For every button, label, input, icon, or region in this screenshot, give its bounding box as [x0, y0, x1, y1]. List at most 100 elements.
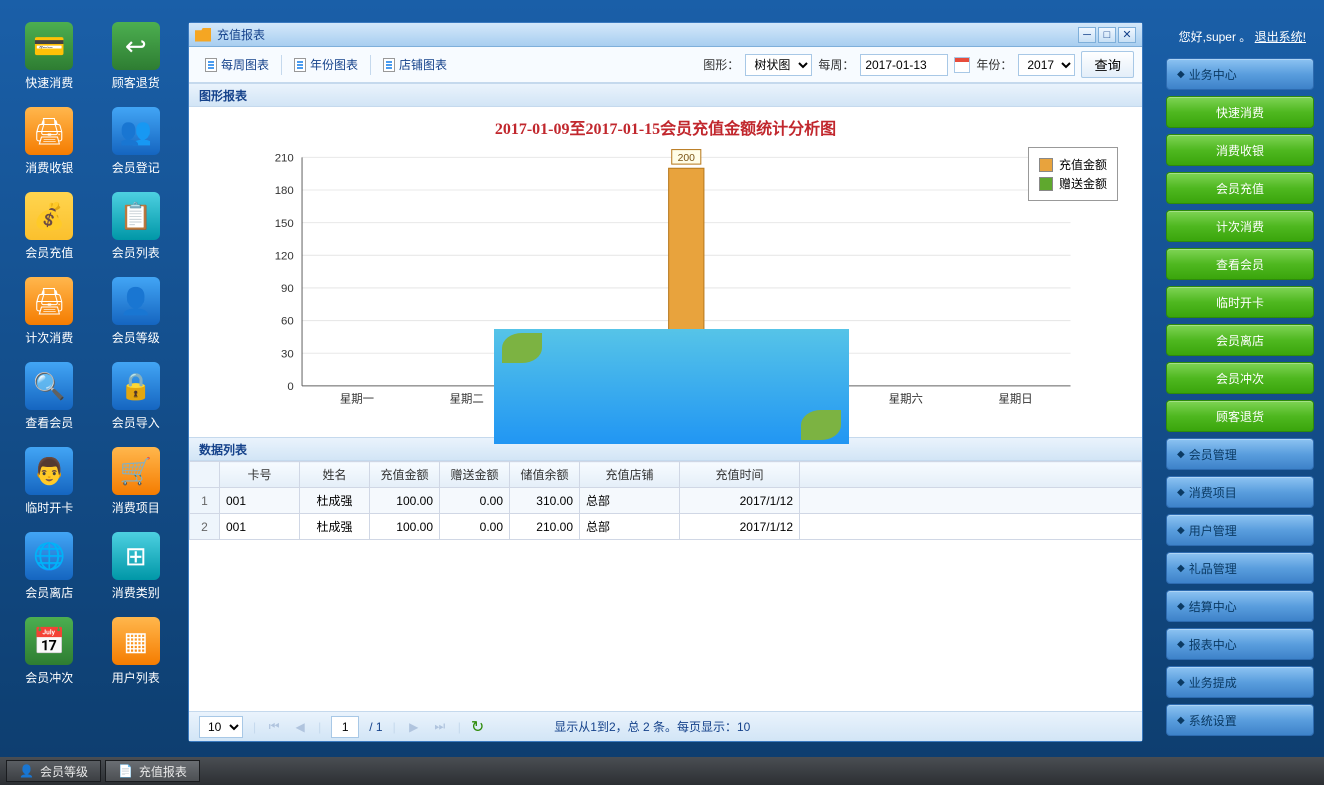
nav-label: 会员充值	[25, 244, 73, 261]
menu-系统设置[interactable]: 系统设置	[1166, 704, 1314, 736]
menu-会员充值[interactable]: 会员充值	[1166, 172, 1314, 204]
svg-text:180: 180	[275, 185, 294, 197]
minimize-button[interactable]: ─	[1078, 27, 1096, 43]
menu-会员离店[interactable]: 会员离店	[1166, 324, 1314, 356]
nav-icon: 📋	[112, 192, 160, 240]
tab-yearly-chart[interactable]: 年份图表	[286, 52, 366, 77]
nav-item-会员登记[interactable]: 👥 会员登记	[95, 103, 178, 180]
nav-item-用户列表[interactable]: ▦ 用户列表	[95, 613, 178, 690]
svg-text:星期六: 星期六	[889, 392, 923, 405]
header-user-area: 您好,super 。 退出系统!	[1179, 28, 1306, 45]
refresh-icon[interactable]: ↻	[471, 717, 484, 737]
menu-会员冲次[interactable]: 会员冲次	[1166, 362, 1314, 394]
nav-label: 会员等级	[112, 329, 160, 346]
nav-item-会员导入[interactable]: 🔒 会员导入	[95, 358, 178, 435]
nav-label: 消费收银	[25, 159, 73, 176]
report-window: 充值报表 ─ □ ✕ 每周图表 年份图表 店铺图表 图形： 树状图 每周：	[188, 22, 1143, 742]
svg-text:星期日: 星期日	[999, 392, 1033, 405]
menu-用户管理[interactable]: 用户管理	[1166, 514, 1314, 546]
menu-会员管理[interactable]: 会员管理	[1166, 438, 1314, 470]
nav-label: 会员登记	[112, 159, 160, 176]
nav-label: 消费项目	[112, 499, 160, 516]
menu-业务中心[interactable]: 业务中心	[1166, 58, 1314, 90]
close-button[interactable]: ✕	[1118, 27, 1136, 43]
nav-item-会员离店[interactable]: 🌐 会员离店	[8, 528, 91, 605]
col-header[interactable]: 充值时间	[680, 462, 800, 488]
chart-icon	[205, 58, 217, 72]
nav-item-临时开卡[interactable]: 👨 临时开卡	[8, 443, 91, 520]
window-titlebar[interactable]: 充值报表 ─ □ ✕	[189, 23, 1142, 47]
chart-title: 2017-01-09至2017-01-15会员充值金额统计分析图	[205, 115, 1126, 139]
nav-item-消费类别[interactable]: ⊞ 消费类别	[95, 528, 178, 605]
menu-礼品管理[interactable]: 礼品管理	[1166, 552, 1314, 584]
nav-item-快速消费[interactable]: 💳 快速消费	[8, 18, 91, 95]
first-page-icon[interactable]: ⏮	[266, 719, 282, 735]
col-header[interactable]: 充值金额	[370, 462, 440, 488]
menu-消费项目[interactable]: 消费项目	[1166, 476, 1314, 508]
col-header[interactable]: 储值余额	[510, 462, 580, 488]
taskbar-item-充值报表[interactable]: 📄充值报表	[105, 760, 200, 782]
menu-报表中心[interactable]: 报表中心	[1166, 628, 1314, 660]
taskbar: 👤会员等级📄充值报表	[0, 757, 1324, 785]
right-menu: 业务中心快速消费消费收银会员充值计次消费查看会员临时开卡会员离店会员冲次顾客退货…	[1166, 58, 1314, 736]
tab-store-chart[interactable]: 店铺图表	[375, 52, 455, 77]
last-page-icon[interactable]: ⏭	[432, 719, 448, 735]
menu-消费收银[interactable]: 消费收银	[1166, 134, 1314, 166]
col-header[interactable]: 赠送金额	[440, 462, 510, 488]
page-size-select[interactable]: 10	[199, 716, 243, 738]
left-nav: 💳 快速消费↩ 顾客退货🖨 消费收银👥 会员登记💰 会员充值📋 会员列表🖨 计次…	[0, 10, 185, 698]
tab-weekly-chart[interactable]: 每周图表	[197, 52, 277, 77]
menu-快速消费[interactable]: 快速消费	[1166, 96, 1314, 128]
nav-item-顾客退货[interactable]: ↩ 顾客退货	[95, 18, 178, 95]
chart-panel-header: 图形报表	[189, 83, 1142, 107]
taskbar-item-会员等级[interactable]: 👤会员等级	[6, 760, 101, 782]
col-header[interactable]: 充值店铺	[580, 462, 680, 488]
svg-text:90: 90	[281, 283, 294, 295]
nav-item-会员列表[interactable]: 📋 会员列表	[95, 188, 178, 265]
menu-临时开卡[interactable]: 临时开卡	[1166, 286, 1314, 318]
table-row[interactable]: 1 001 杜成强 100.00 0.00 310.00 总部 2017/1/1…	[190, 488, 1142, 514]
nav-item-消费项目[interactable]: 🛒 消费项目	[95, 443, 178, 520]
nav-icon: 💳	[25, 22, 73, 70]
nav-label: 顾客退货	[112, 74, 160, 91]
week-input[interactable]	[860, 54, 948, 76]
data-table-area: 卡号姓名充值金额赠送金额储值余额充值店铺充值时间 1 001 杜成强 100.0…	[189, 461, 1142, 711]
page-total: / 1	[369, 720, 382, 734]
nav-label: 计次消费	[25, 329, 73, 346]
menu-业务提成[interactable]: 业务提成	[1166, 666, 1314, 698]
prev-page-icon[interactable]: ◀	[292, 719, 308, 735]
nav-item-消费收银[interactable]: 🖨 消费收银	[8, 103, 91, 180]
svg-text:60: 60	[281, 316, 294, 328]
taskbar-icon: 📄	[118, 764, 133, 778]
logout-link[interactable]: 退出系统!	[1255, 30, 1306, 44]
page-input[interactable]	[331, 716, 359, 738]
nav-icon: 🖨	[25, 107, 73, 155]
nav-icon: 👥	[112, 107, 160, 155]
greeting-text: 您好,super 。	[1179, 30, 1252, 44]
svg-text:150: 150	[275, 218, 294, 230]
menu-顾客退货[interactable]: 顾客退货	[1166, 400, 1314, 432]
col-header[interactable]: 卡号	[220, 462, 300, 488]
menu-计次消费[interactable]: 计次消费	[1166, 210, 1314, 242]
table-row[interactable]: 2 001 杜成强 100.00 0.00 210.00 总部 2017/1/1…	[190, 514, 1142, 540]
nav-item-会员冲次[interactable]: 📅 会员冲次	[8, 613, 91, 690]
shape-select[interactable]: 树状图	[745, 54, 812, 76]
nav-item-计次消费[interactable]: 🖨 计次消费	[8, 273, 91, 350]
nav-label: 查看会员	[25, 414, 73, 431]
legend-swatch	[1039, 158, 1053, 172]
nav-item-会员充值[interactable]: 💰 会员充值	[8, 188, 91, 265]
nav-item-会员等级[interactable]: 👤 会员等级	[95, 273, 178, 350]
col-header[interactable]: 姓名	[300, 462, 370, 488]
maximize-button[interactable]: □	[1098, 27, 1116, 43]
nav-item-查看会员[interactable]: 🔍 查看会员	[8, 358, 91, 435]
pagination-status: 显示从1到2，总 2 条。每页显示：10	[554, 718, 750, 735]
query-button[interactable]: 查询	[1081, 51, 1134, 78]
year-select[interactable]: 2017	[1018, 54, 1075, 76]
taskbar-icon: 👤	[19, 764, 34, 778]
menu-查看会员[interactable]: 查看会员	[1166, 248, 1314, 280]
nav-icon: 🔍	[25, 362, 73, 410]
menu-结算中心[interactable]: 结算中心	[1166, 590, 1314, 622]
nav-icon: ⊞	[112, 532, 160, 580]
calendar-icon[interactable]	[954, 57, 970, 73]
next-page-icon[interactable]: ▶	[406, 719, 422, 735]
